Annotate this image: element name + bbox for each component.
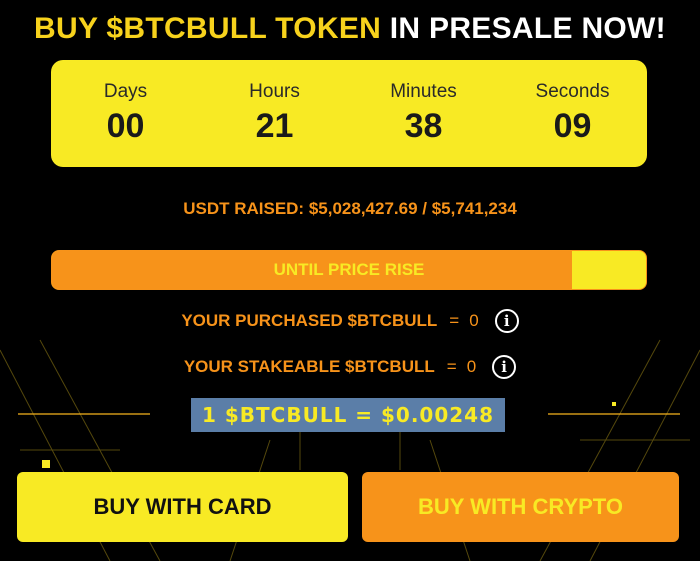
countdown-panel: Days 00 Hours 21 Minutes 38 Seconds 09 xyxy=(51,60,647,167)
usdt-raised-text: USDT RAISED: $5,028,427.69 / $5,741,234 xyxy=(183,199,517,218)
stakeable-balance-row: YOUR STAKEABLE $BTCBULL = 0 i xyxy=(0,355,700,379)
purchased-equals: = xyxy=(449,311,460,330)
countdown-label: Hours xyxy=(249,81,300,102)
countdown-days: Days 00 xyxy=(56,81,196,146)
purchased-value: 0 xyxy=(469,311,479,330)
token-price-rate: 1 $BTCBULL = $0.00248 xyxy=(191,398,505,432)
progress-label: UNTIL PRICE RISE xyxy=(273,260,425,279)
info-icon[interactable]: i xyxy=(494,309,519,333)
countdown-label: Days xyxy=(103,81,148,102)
purchased-balance-row: YOUR PURCHASED $BTCBULL = 0 i xyxy=(0,309,700,333)
countdown-hours: Hours 21 xyxy=(205,81,345,146)
info-icon[interactable]: i xyxy=(492,355,517,379)
countdown-label: Minutes xyxy=(390,81,457,102)
countdown-value: 21 xyxy=(255,107,294,145)
countdown-minutes: Minutes 38 xyxy=(354,81,494,146)
page-title: BUY $BTCBULL TOKEN IN PRESALE NOW! xyxy=(0,12,700,46)
stakeable-label: YOUR STAKEABLE $BTCBULL xyxy=(183,357,435,376)
countdown-value: 00 xyxy=(106,107,145,145)
countdown-seconds: Seconds 09 xyxy=(503,81,643,146)
countdown-label: Seconds xyxy=(535,81,610,102)
buy-with-card-button[interactable]: BUY WITH CARD xyxy=(17,472,348,542)
title-highlight: BUY $BTCBULL TOKEN xyxy=(34,12,382,45)
title-rest: IN PRESALE NOW! xyxy=(389,12,666,45)
countdown-value: 09 xyxy=(553,107,592,145)
countdown-value: 38 xyxy=(404,107,443,145)
stakeable-value: 0 xyxy=(466,357,477,376)
buy-with-crypto-button[interactable]: BUY WITH CRYPTO xyxy=(362,472,679,542)
purchased-label: YOUR PURCHASED $BTCBULL xyxy=(181,311,438,330)
stakeable-equals: = xyxy=(446,357,457,376)
presale-progress-bar: UNTIL PRICE RISE xyxy=(51,250,647,290)
